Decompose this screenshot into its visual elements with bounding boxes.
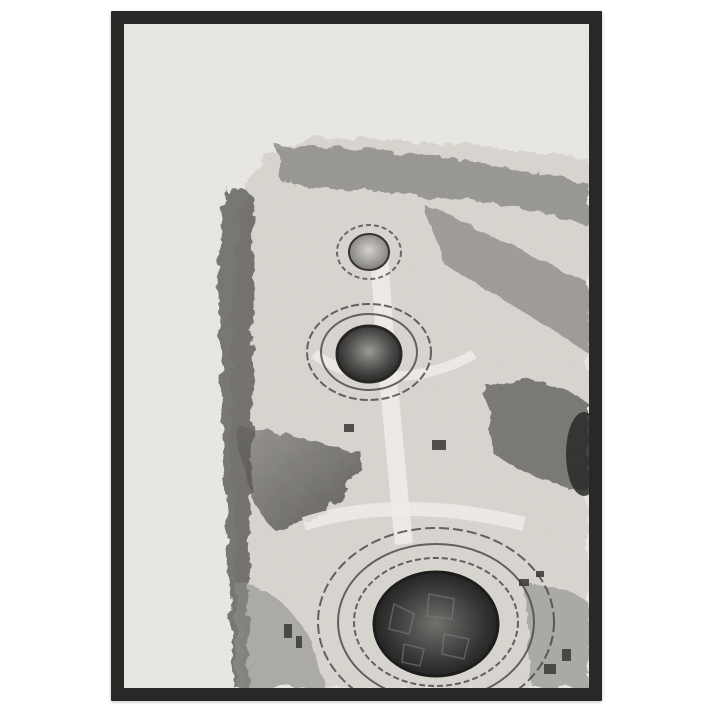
- paper-grain: [124, 24, 589, 688]
- picture-frame: [111, 11, 602, 701]
- artwork-canvas: [0, 0, 713, 713]
- print-artwork: [124, 24, 589, 688]
- print-paper: [124, 24, 589, 688]
